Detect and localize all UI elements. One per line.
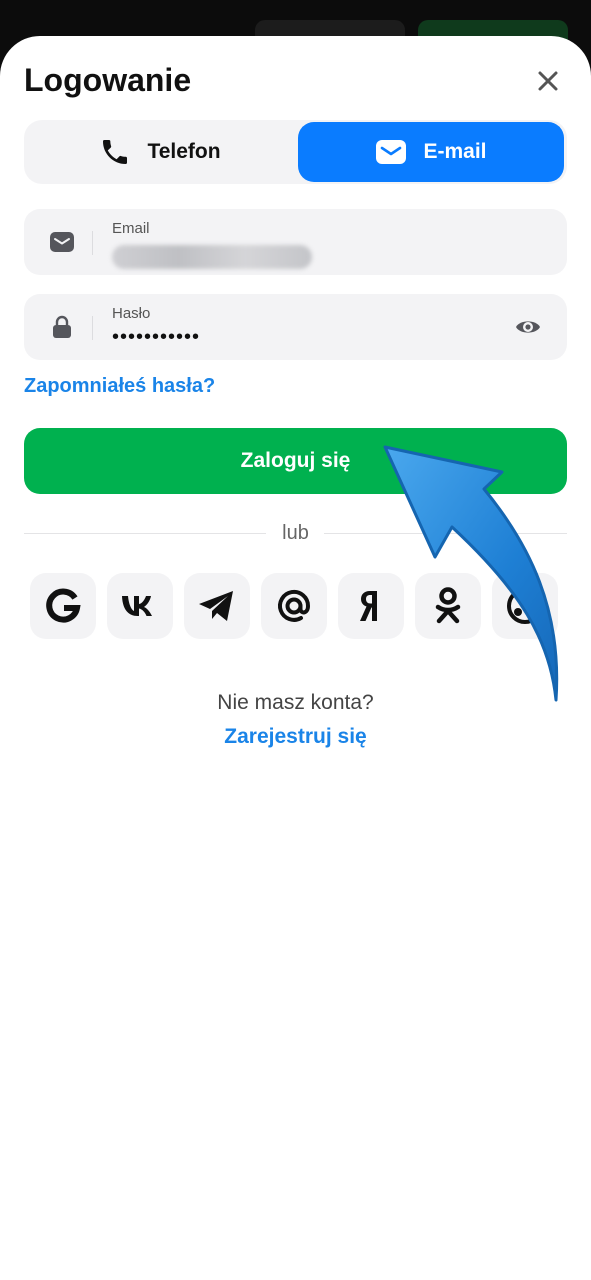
close-button[interactable] <box>533 66 563 96</box>
tab-phone[interactable]: Telefon <box>27 122 293 182</box>
google-icon <box>46 588 81 623</box>
email-field[interactable]: Email <box>24 209 567 275</box>
ok-icon <box>435 587 461 624</box>
password-label: Hasło <box>112 305 151 322</box>
email-value-obscured <box>112 245 312 269</box>
register-link[interactable]: Zarejestruj się <box>0 725 591 749</box>
field-divider <box>92 316 93 340</box>
google-login-button[interactable] <box>30 573 96 639</box>
separator-text: lub <box>282 522 309 544</box>
tab-email-label: E-mail <box>423 140 487 163</box>
mail-login-button[interactable] <box>261 573 327 639</box>
or-separator: lub <box>24 522 567 546</box>
login-method-tabs: Telefon E-mail <box>24 120 567 184</box>
yandex-icon <box>360 591 377 621</box>
page-title: Logowanie <box>24 62 192 98</box>
tab-phone-label: Telefon <box>147 140 221 163</box>
email-label: Email <box>112 220 150 237</box>
vk-login-button[interactable] <box>107 573 173 639</box>
lock-icon <box>53 315 71 338</box>
ok-login-button[interactable] <box>415 573 481 639</box>
phone-icon <box>103 140 128 164</box>
field-divider <box>92 231 93 255</box>
envelope-icon <box>50 232 74 252</box>
at-icon <box>278 589 311 622</box>
telegram-login-button[interactable] <box>184 573 250 639</box>
eye-icon[interactable] <box>515 314 541 340</box>
social-login-row <box>30 573 561 639</box>
login-sheet: Logowanie Telefon E-mail Email Hasło •••… <box>0 36 591 1280</box>
steam-icon <box>507 588 543 624</box>
yandex-login-button[interactable] <box>338 573 404 639</box>
envelope-icon <box>376 140 407 164</box>
tab-email[interactable]: E-mail <box>298 122 564 182</box>
login-button[interactable]: Zaloguj się <box>24 428 567 494</box>
telegram-icon <box>199 591 233 621</box>
signup-prompt: Nie masz konta? <box>217 691 374 714</box>
vk-icon <box>122 596 152 616</box>
password-field[interactable]: Hasło ••••••••••• <box>24 294 567 360</box>
close-icon <box>538 71 558 91</box>
forgot-password-link[interactable]: Zapomniałeś hasła? <box>24 375 215 398</box>
steam-login-button[interactable] <box>492 573 558 639</box>
password-value: ••••••••••• <box>112 326 201 348</box>
